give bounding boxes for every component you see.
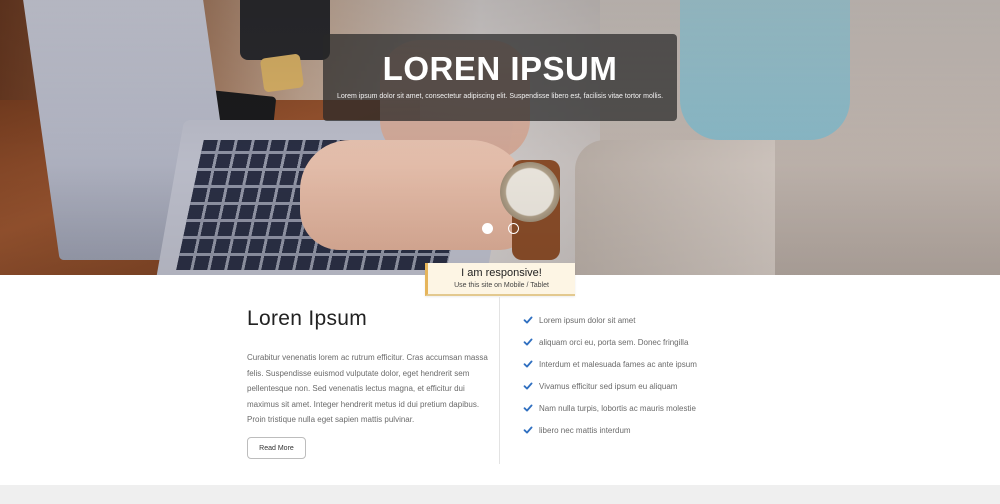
list-item: Lorem ipsum dolor sit amet (523, 309, 697, 331)
read-more-button[interactable]: Read More (247, 437, 306, 459)
column-divider (499, 297, 500, 464)
slider-dot-1[interactable] (482, 223, 493, 234)
hero-subtitle: Lorem ipsum dolor sit amet, consectetur … (336, 93, 664, 100)
list-item-text: Nam nulla turpis, lobortis ac mauris mol… (539, 403, 696, 413)
responsive-badge-title: I am responsive! (461, 267, 542, 279)
list-item-text: aliquam orci eu, porta sem. Donec fringi… (539, 337, 689, 347)
about-heading: Loren Ipsum (247, 307, 368, 330)
list-item-text: Interdum et malesuada fames ac ante ipsu… (539, 359, 697, 369)
check-icon (523, 425, 533, 435)
list-item: libero nec mattis interdum (523, 419, 697, 441)
list-item: Nam nulla turpis, lobortis ac mauris mol… (523, 397, 697, 419)
list-item-text: libero nec mattis interdum (539, 425, 631, 435)
check-icon (523, 337, 533, 347)
list-item-text: Vivamus efficitur sed ipsum eu aliquam (539, 381, 678, 391)
check-icon (523, 403, 533, 413)
responsive-badge: I am responsive! Use this site on Mobile… (425, 263, 575, 296)
hero-slider: LOREN IPSUM Lorem ipsum dolor sit amet, … (0, 0, 1000, 275)
list-item: aliquam orci eu, porta sem. Donec fringi… (523, 331, 697, 353)
slider-dot-2[interactable] (508, 223, 519, 234)
responsive-badge-subtitle: Use this site on Mobile / Tablet (454, 282, 549, 289)
about-section: Loren Ipsum Curabitur venenatis lorem ac… (247, 307, 492, 428)
list-item: Vivamus efficitur sed ipsum eu aliquam (523, 375, 697, 397)
check-icon (523, 381, 533, 391)
about-body: Curabitur venenatis lorem ac rutrum effi… (247, 353, 488, 424)
footer-band (0, 485, 1000, 504)
check-icon (523, 315, 533, 325)
list-item-text: Lorem ipsum dolor sit amet (539, 315, 636, 325)
check-icon (523, 359, 533, 369)
feature-list: Lorem ipsum dolor sit amet aliquam orci … (523, 309, 697, 441)
hero-caption: LOREN IPSUM Lorem ipsum dolor sit amet, … (323, 34, 677, 121)
list-item: Interdum et malesuada fames ac ante ipsu… (523, 353, 697, 375)
slider-dots (482, 223, 519, 234)
hero-title: LOREN IPSUM (382, 50, 618, 87)
